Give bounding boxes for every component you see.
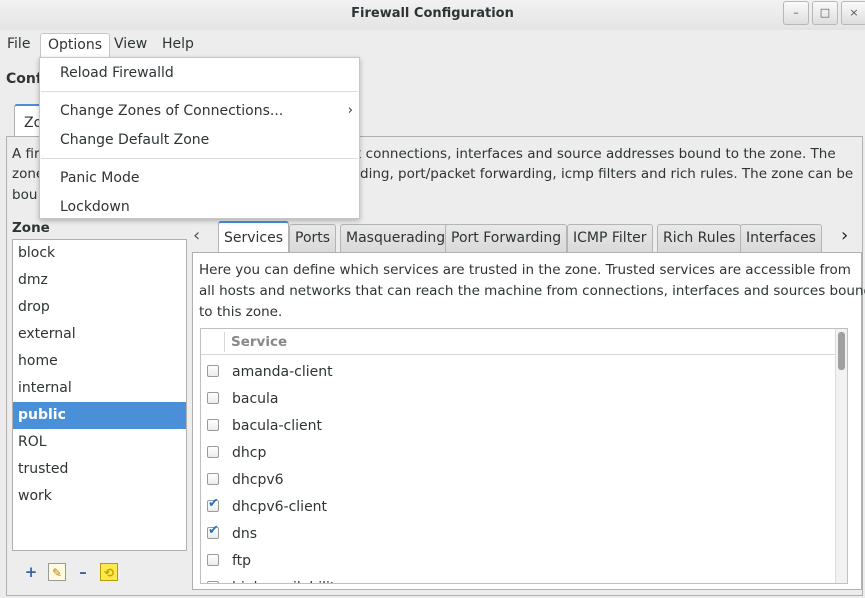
menu-options[interactable]: Options (40, 33, 111, 57)
service-checkbox[interactable]: ✔ (207, 523, 219, 539)
close-icon: × (849, 6, 859, 19)
tab-services[interactable]: Services (218, 221, 290, 253)
service-checkbox[interactable] (207, 446, 219, 458)
load-defaults-button[interactable]: ⟲ (100, 563, 118, 581)
services-description-line-2: all hosts and networks that can reach th… (199, 283, 865, 299)
service-row[interactable]: dhcp (201, 439, 835, 466)
zone-item-public[interactable]: public (13, 402, 186, 429)
chevron-right-icon: › (841, 225, 849, 246)
service-row[interactable]: bacula-client (201, 412, 835, 439)
zone-item-trusted[interactable]: trusted (13, 456, 186, 483)
tab-icmp-filter[interactable]: ICMP Filter (567, 224, 653, 252)
add-zone-button[interactable]: + (22, 563, 40, 581)
service-checkbox[interactable] (207, 581, 219, 583)
zone-item-drop[interactable]: drop (13, 294, 186, 321)
minimize-icon: – (793, 6, 799, 19)
tab-masquerading[interactable]: Masquerading (340, 224, 452, 252)
menu-item-reload-firewalld[interactable]: Reload Firewalld (40, 60, 359, 86)
zone-item-block[interactable]: block (13, 240, 186, 267)
tab-interfaces[interactable]: Interfaces (740, 224, 822, 252)
service-checkbox[interactable]: ✔ (207, 496, 219, 512)
edit-icon: ✎ (51, 566, 63, 580)
services-scrollbar[interactable] (835, 329, 847, 583)
add-icon: + (24, 563, 38, 581)
services-table[interactable]: Service amanda-client bacula bacula-client… (200, 328, 848, 584)
chevron-left-icon: ‹ (193, 225, 201, 246)
tab-ports[interactable]: Ports (289, 224, 337, 252)
service-checkbox[interactable] (207, 392, 219, 404)
service-name: dhcpv6-client (232, 499, 328, 515)
zone-item-external[interactable]: external (13, 321, 186, 348)
zone-description-line-1b: rk connections, interfaces and source ad… (348, 146, 836, 162)
window-title: Firewall Configuration (351, 6, 514, 21)
menu-view[interactable]: View (107, 33, 154, 57)
service-name: bacula-client (232, 418, 323, 434)
service-name: dns (232, 526, 258, 542)
menu-item-lockdown[interactable]: Lockdown (40, 194, 359, 220)
zone-item-dmz[interactable]: dmz (13, 267, 186, 294)
service-name: ftp (232, 553, 252, 569)
menu-file[interactable]: File (0, 33, 37, 57)
zone-description-line-2b: ding, port/packet forwarding, icmp filte… (360, 166, 854, 182)
service-name: bacula (232, 391, 279, 407)
tab-port-forwarding[interactable]: Port Forwarding (445, 224, 568, 252)
service-name: amanda-client (232, 364, 333, 380)
service-name: dhcp (232, 445, 267, 461)
scrollbar-thumb[interactable] (838, 332, 845, 370)
menu-separator (41, 158, 358, 159)
menu-separator (41, 91, 358, 92)
close-button[interactable]: × (841, 1, 865, 25)
remove-zone-button[interactable]: – (74, 563, 92, 581)
menu-item-label: Change Zones of Connections... (60, 103, 284, 119)
service-name: dhcpv6 (232, 472, 284, 488)
edit-zone-button[interactable]: ✎ (48, 563, 66, 581)
zone-list-label: Zone (12, 220, 50, 236)
services-description-line-3: to this zone. (199, 304, 283, 320)
menu-bar: File Options View Help (0, 30, 865, 58)
menu-item-change-default-zone[interactable]: Change Default Zone (40, 127, 359, 153)
tab-scroll-left-button[interactable]: ‹ (193, 225, 200, 246)
service-row[interactable]: bacula (201, 385, 835, 412)
zone-description-line-1a: A fir (12, 146, 40, 162)
service-checkbox[interactable] (207, 419, 219, 431)
title-bar: Firewall Configuration – □ × (0, 0, 865, 30)
zone-item-internal[interactable]: internal (13, 375, 186, 402)
service-column-header[interactable]: Service (231, 334, 287, 350)
maximize-button[interactable]: □ (812, 1, 838, 25)
menu-item-panic-mode[interactable]: Panic Mode (40, 165, 359, 191)
column-separator (224, 332, 225, 352)
zone-item-rol[interactable]: ROL (13, 429, 186, 456)
zone-list[interactable]: block dmz drop external home internal pu… (12, 239, 187, 551)
service-row[interactable]: ✔ dhcpv6-client (201, 493, 835, 520)
chevron-right-icon: › (347, 103, 353, 118)
service-name: high-availability (232, 580, 344, 583)
service-checkbox[interactable] (207, 365, 219, 377)
zone-item-home[interactable]: home (13, 348, 186, 375)
zone-description-line-3a: bou (12, 187, 38, 203)
service-row[interactable]: amanda-client (201, 358, 835, 385)
service-row[interactable]: ✔ dns (201, 520, 835, 547)
remove-icon: – (79, 563, 87, 581)
tab-scroll-right-button[interactable]: › (841, 225, 848, 246)
configuration-label: Conf (6, 71, 42, 87)
load-defaults-icon: ⟲ (103, 566, 115, 580)
zone-settings-tabs: ‹ Services Ports Masquerading Port Forwa… (191, 221, 861, 253)
menu-help[interactable]: Help (155, 33, 201, 57)
service-row[interactable]: dhcpv6 (201, 466, 835, 493)
checkmark-icon: ✔ (208, 523, 219, 538)
checkmark-icon: ✔ (208, 496, 219, 511)
tab-rich-rules[interactable]: Rich Rules (657, 224, 742, 252)
maximize-icon: □ (819, 6, 831, 19)
service-checkbox[interactable] (207, 473, 219, 485)
menu-item-change-zones-of-connections[interactable]: Change Zones of Connections... › (40, 98, 359, 124)
services-description-line-1: Here you can define which services are t… (199, 262, 851, 278)
service-row[interactable]: high-availability (201, 574, 835, 583)
service-checkbox[interactable] (207, 554, 219, 566)
services-tab-content: Here you can define which services are t… (192, 252, 865, 590)
minimize-button[interactable]: – (783, 1, 809, 25)
options-menu-dropdown: Reload Firewalld Change Zones of Connect… (39, 57, 360, 219)
service-row[interactable]: ftp (201, 547, 835, 574)
zone-item-work[interactable]: work (13, 483, 186, 510)
services-table-header: Service (201, 329, 835, 355)
